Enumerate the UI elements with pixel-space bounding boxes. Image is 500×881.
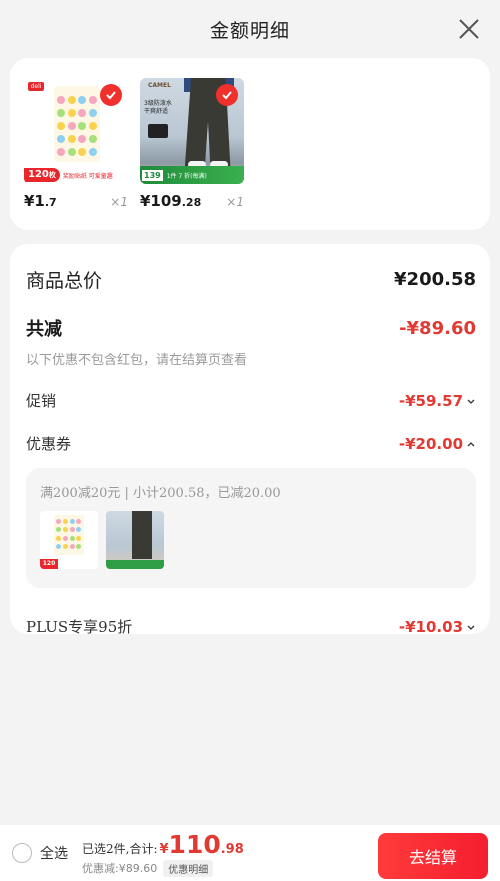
mini-count-badge: 120 [40, 559, 58, 569]
plus-value[interactable]: -¥10.03 [399, 618, 476, 636]
promo-label: 促销 [26, 392, 57, 410]
coupon-description: 满200减20元 | 小计200.58，已减20.00 [40, 486, 281, 501]
close-icon[interactable] [456, 16, 482, 42]
product-item[interactable]: deli 120枚 奖励贴纸 可爱童趣 ¥1.7 ×1 [24, 78, 128, 230]
product-item[interactable]: CAMEL 3级防泼水 干爽舒适 139 1件 7 折(每满) ¥109.28 … [140, 78, 244, 230]
price-badge: 139 [142, 169, 163, 181]
product-qty: ×1 [110, 195, 128, 209]
promo-row[interactable]: 促销 -¥59.57 [26, 390, 476, 411]
discount-label: 共减 [26, 319, 62, 340]
product-price: ¥1.7 [24, 192, 57, 210]
coupon-detail-box: 满200减20元 | 小计200.58，已减20.00 120 [26, 468, 476, 588]
discount-row: 共减 -¥89.60 [26, 315, 476, 341]
order-summary: 已选2件,合计: ¥110.98 优惠减:¥89.60 优惠明细 [82, 830, 244, 877]
product-image-stickers[interactable]: deli 120枚 奖励贴纸 可爱童趣 [24, 78, 128, 184]
mini-thumb-pants [106, 511, 164, 569]
products-card: deli 120枚 奖励贴纸 可爱童趣 ¥1.7 ×1 CAMEL 3级防泼水 … [10, 58, 490, 230]
header: 金额明细 [0, 0, 500, 58]
sticker-sheet [54, 86, 100, 162]
selected-check-icon[interactable] [216, 84, 238, 106]
chevron-down-icon [467, 399, 475, 404]
total-price: ¥110.98 [159, 829, 244, 859]
plus-label: PLUS专享95折 [26, 618, 133, 636]
chevron-up-icon [467, 441, 475, 446]
select-all-label[interactable]: 全选 [40, 843, 68, 863]
count-badge: 120枚 [24, 168, 60, 182]
product-banner: 120枚 奖励贴纸 可爱童趣 [24, 166, 128, 184]
banner-text: 1件 7 折(每满) [166, 172, 207, 180]
product-image-pants[interactable]: CAMEL 3级防泼水 干爽舒适 139 1件 7 折(每满) [140, 78, 244, 184]
product-qty: ×1 [226, 195, 244, 209]
chevron-down-icon [467, 625, 475, 630]
total-label: 商品总价 [26, 270, 103, 292]
coupon-value[interactable]: -¥20.00 [399, 435, 476, 453]
brand-logo: deli [28, 82, 44, 91]
checkout-bar: 全选 已选2件,合计: ¥110.98 优惠减:¥89.60 优惠明细 去结算 [0, 825, 500, 881]
banner-text: 奖励贴纸 可爱童趣 [62, 172, 113, 180]
coupon-label: 优惠券 [26, 435, 72, 453]
feature-badge [148, 124, 168, 138]
discount-summary: 优惠减:¥89.60 [82, 862, 158, 875]
discount-value: -¥89.60 [399, 317, 476, 339]
page-title: 金额明细 [209, 19, 290, 42]
plus-row[interactable]: PLUS专享95折 -¥10.03 [26, 616, 476, 637]
product-banner: 139 1件 7 折(每满) [140, 166, 244, 184]
discount-note: 以下优惠不包含红包，请在结算页查看 [26, 353, 248, 368]
product-feature-text: 3级防泼水 干爽舒适 [144, 100, 172, 115]
promo-value[interactable]: -¥59.57 [399, 392, 476, 410]
total-row: 商品总价 ¥200.58 [26, 266, 476, 293]
select-all-radio[interactable] [12, 843, 32, 863]
summary-label: 已选2件,合计: [82, 841, 158, 856]
checkout-button[interactable]: 去结算 [378, 833, 488, 879]
price-detail-card: 商品总价 ¥200.58 共减 -¥89.60 以下优惠不包含红包，请在结算页查… [10, 244, 490, 637]
coupon-products: 120 [40, 511, 462, 569]
product-price: ¥109.28 [140, 192, 202, 210]
discount-detail-button[interactable]: 优惠明细 [163, 859, 214, 877]
brand-logo: CAMEL [148, 82, 171, 89]
coupon-row[interactable]: 优惠券 -¥20.00 [26, 433, 476, 454]
selected-check-icon[interactable] [100, 84, 122, 106]
total-value: ¥200.58 [394, 269, 476, 290]
mini-thumb-stickers: 120 [40, 511, 98, 569]
